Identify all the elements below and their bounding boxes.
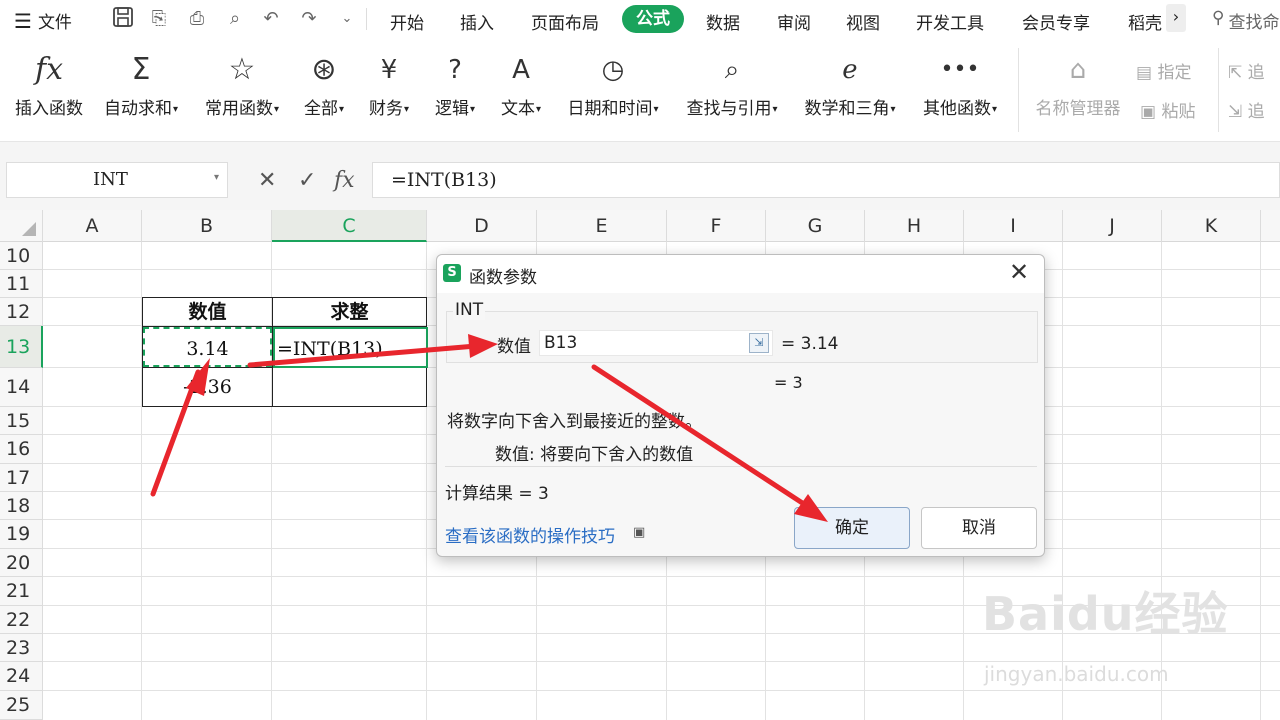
spreadsheet-app: ☰ 文件 ⎘ ⎙ ⌕ ↶ ↷ ⌄ 开始 插入 页面布局 公式 数据 审阅 视图 … (0, 0, 1280, 720)
arrow-to-argument (247, 343, 479, 368)
arrow-to-ok (591, 364, 813, 511)
baidu-watermark-url: jingyan.baidu.com (984, 662, 1169, 686)
arrowhead (468, 334, 498, 358)
baidu-watermark: Baidu经验 (982, 587, 1229, 641)
